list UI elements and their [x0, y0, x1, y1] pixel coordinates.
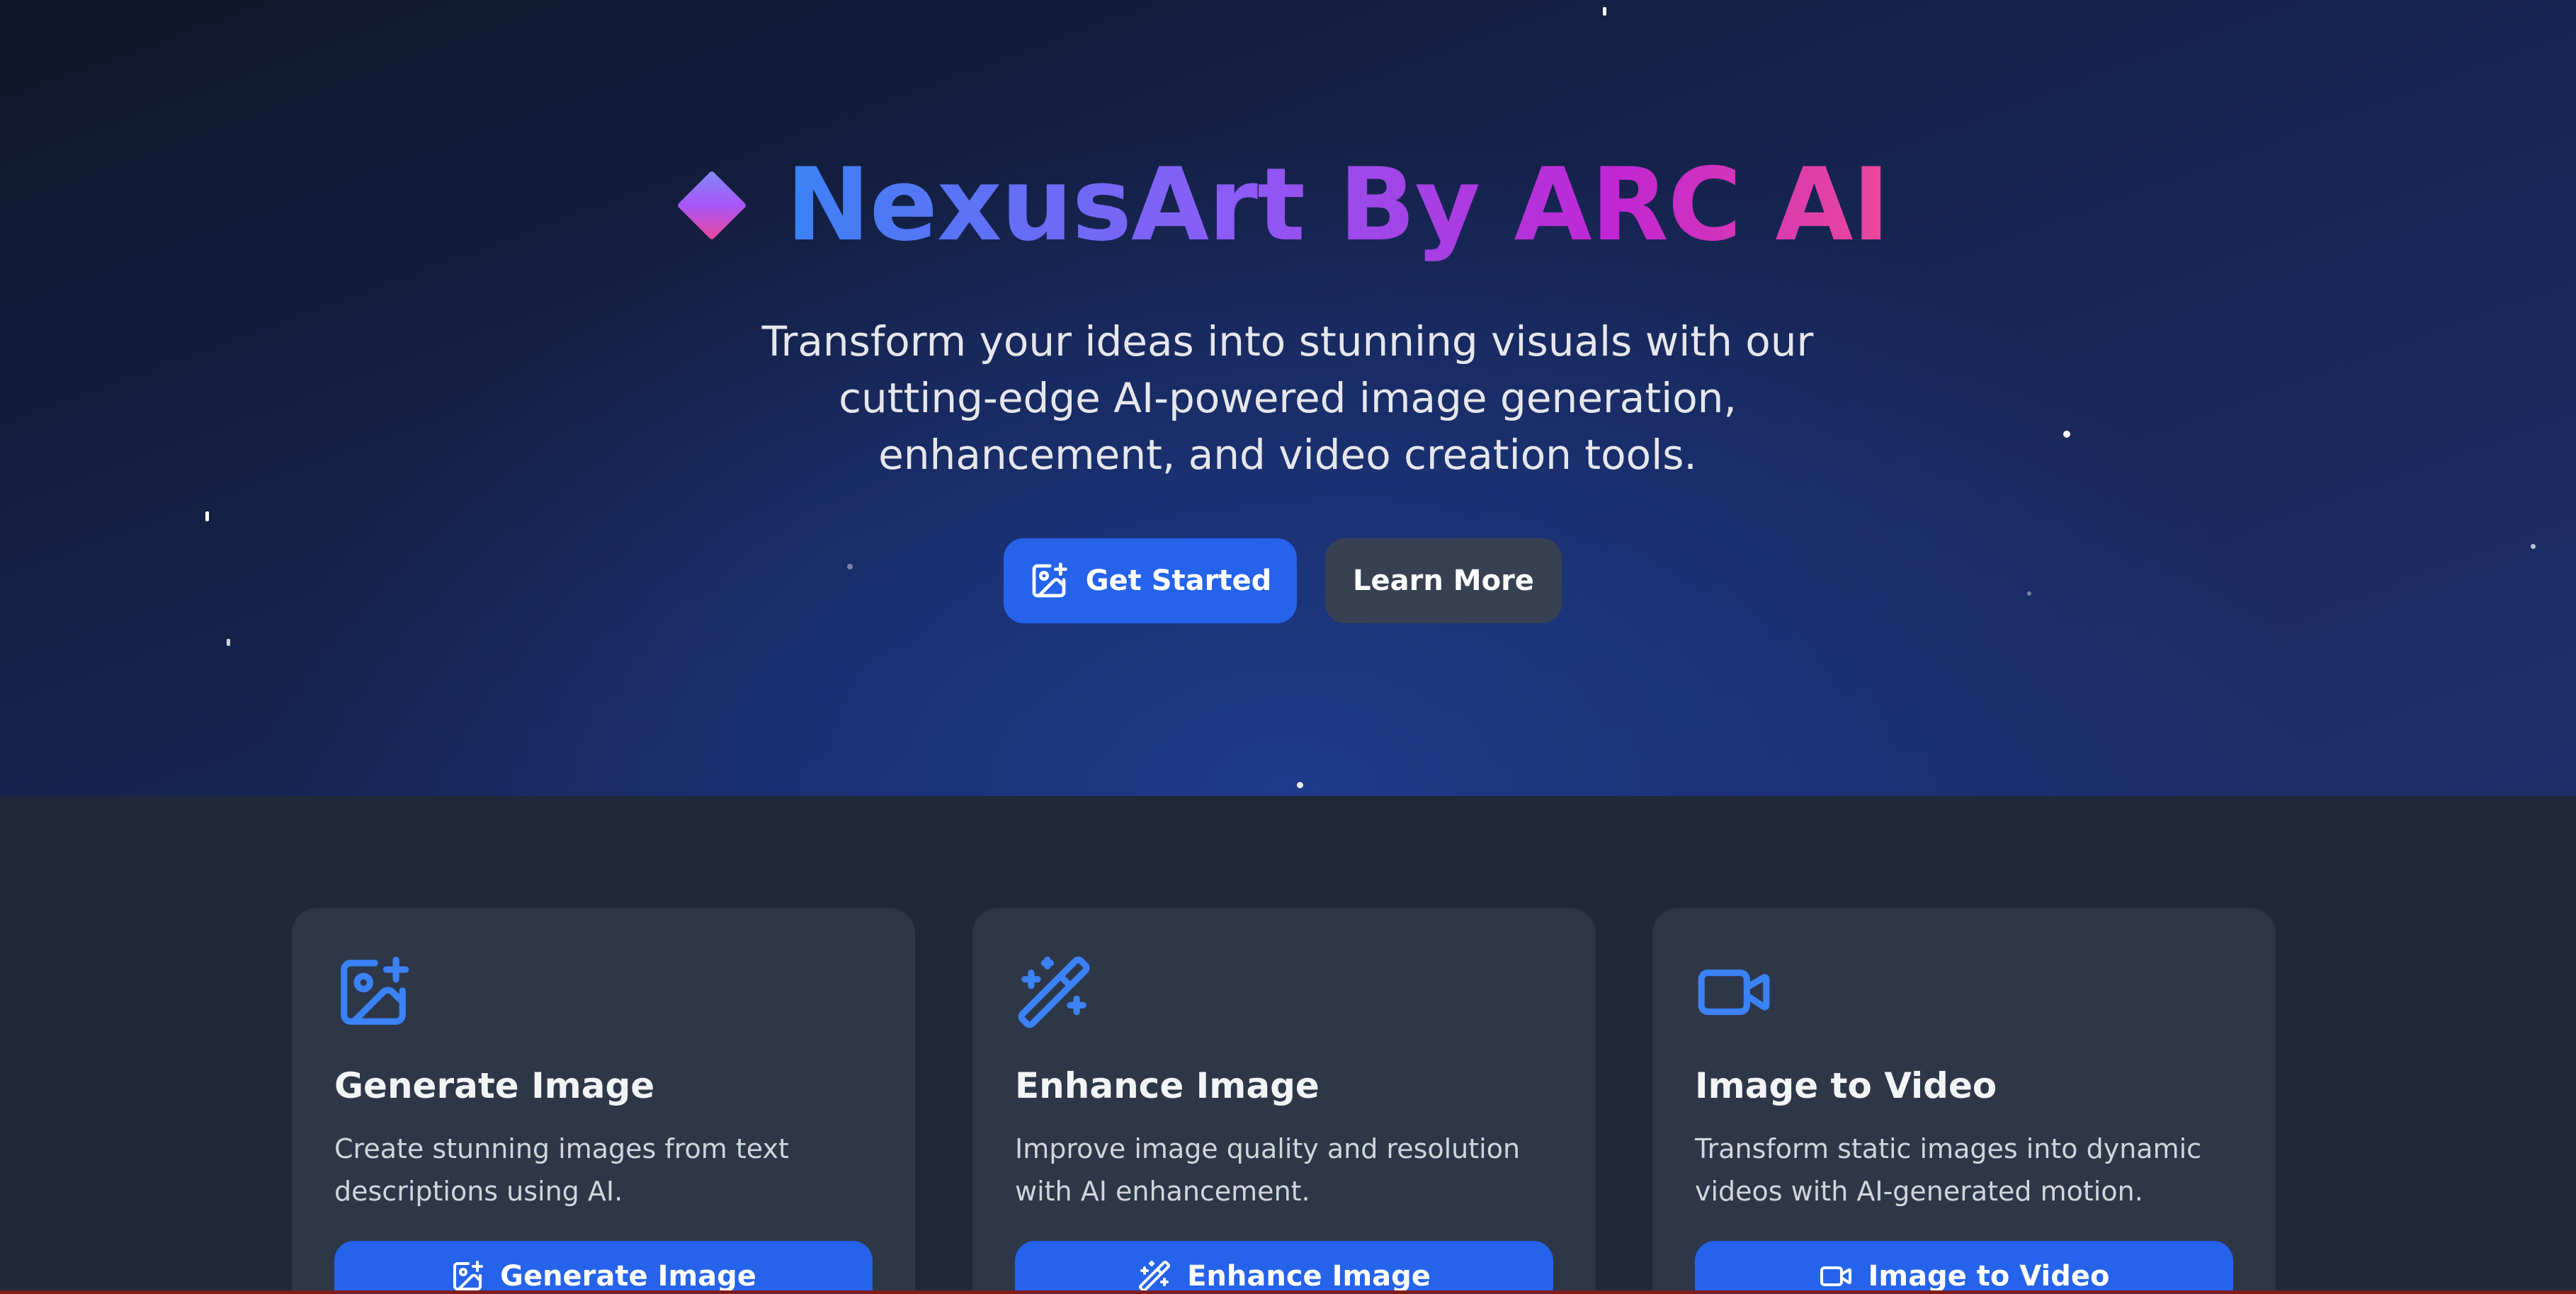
page-title: NexusArt By ARC AI: [786, 142, 1890, 269]
card-description: Create stunning images from text descrip…: [334, 1133, 789, 1207]
magic-wand-icon: [1015, 953, 1093, 1034]
feature-card-image-to-video: Image to Video Transform static images i…: [1652, 908, 2276, 1294]
card-button-label: Enhance Image: [1187, 1260, 1431, 1293]
card-description: Improve image quality and resolution wit…: [1015, 1133, 1521, 1207]
feature-card-generate-image: Generate Image Create stunning images fr…: [292, 908, 915, 1294]
card-title: Enhance Image: [1015, 1065, 1320, 1106]
learn-more-button[interactable]: Learn More: [1325, 538, 1562, 623]
feature-card-enhance-image: Enhance Image Improve image quality and …: [972, 908, 1596, 1294]
image-plus-icon: [1029, 561, 1086, 601]
enhance-image-button[interactable]: Enhance Image: [1015, 1241, 1553, 1294]
star-decoration: [205, 511, 209, 521]
hero-subtitle: Transform your ideas into stunning visua…: [761, 317, 1814, 479]
image-to-video-button[interactable]: Image to Video: [1695, 1241, 2233, 1294]
video-camera-icon: [1819, 1259, 1868, 1293]
title-row: NexusArt By ARC AI: [0, 142, 2576, 269]
video-camera-icon: [1695, 953, 1773, 1034]
get-started-button[interactable]: Get Started: [1004, 538, 1297, 623]
card-description: Transform static images into dynamic vid…: [1695, 1133, 2202, 1207]
star-decoration: [2063, 431, 2070, 438]
star-decoration: [1297, 782, 1303, 788]
star-decoration: [227, 639, 230, 646]
image-plus-icon: [334, 953, 412, 1034]
card-title: Generate Image: [334, 1065, 655, 1106]
diamond-icon: [676, 170, 747, 241]
learn-more-label: Learn More: [1353, 564, 1534, 597]
card-button-label: Generate Image: [500, 1260, 756, 1293]
star-decoration: [847, 564, 853, 569]
card-button-label: Image to Video: [1868, 1260, 2110, 1293]
card-title: Image to Video: [1695, 1065, 1997, 1106]
bottom-border: [0, 1290, 2576, 1294]
star-decoration: [2531, 544, 2536, 549]
star-decoration: [2027, 591, 2031, 596]
generate-image-button[interactable]: Generate Image: [334, 1241, 873, 1294]
image-plus-icon: [450, 1259, 500, 1293]
magic-wand-icon: [1137, 1259, 1187, 1293]
hero-section: NexusArt By ARC AI Transform your ideas …: [0, 0, 2576, 796]
get-started-label: Get Started: [1085, 564, 1272, 597]
star-decoration: [1603, 7, 1606, 16]
